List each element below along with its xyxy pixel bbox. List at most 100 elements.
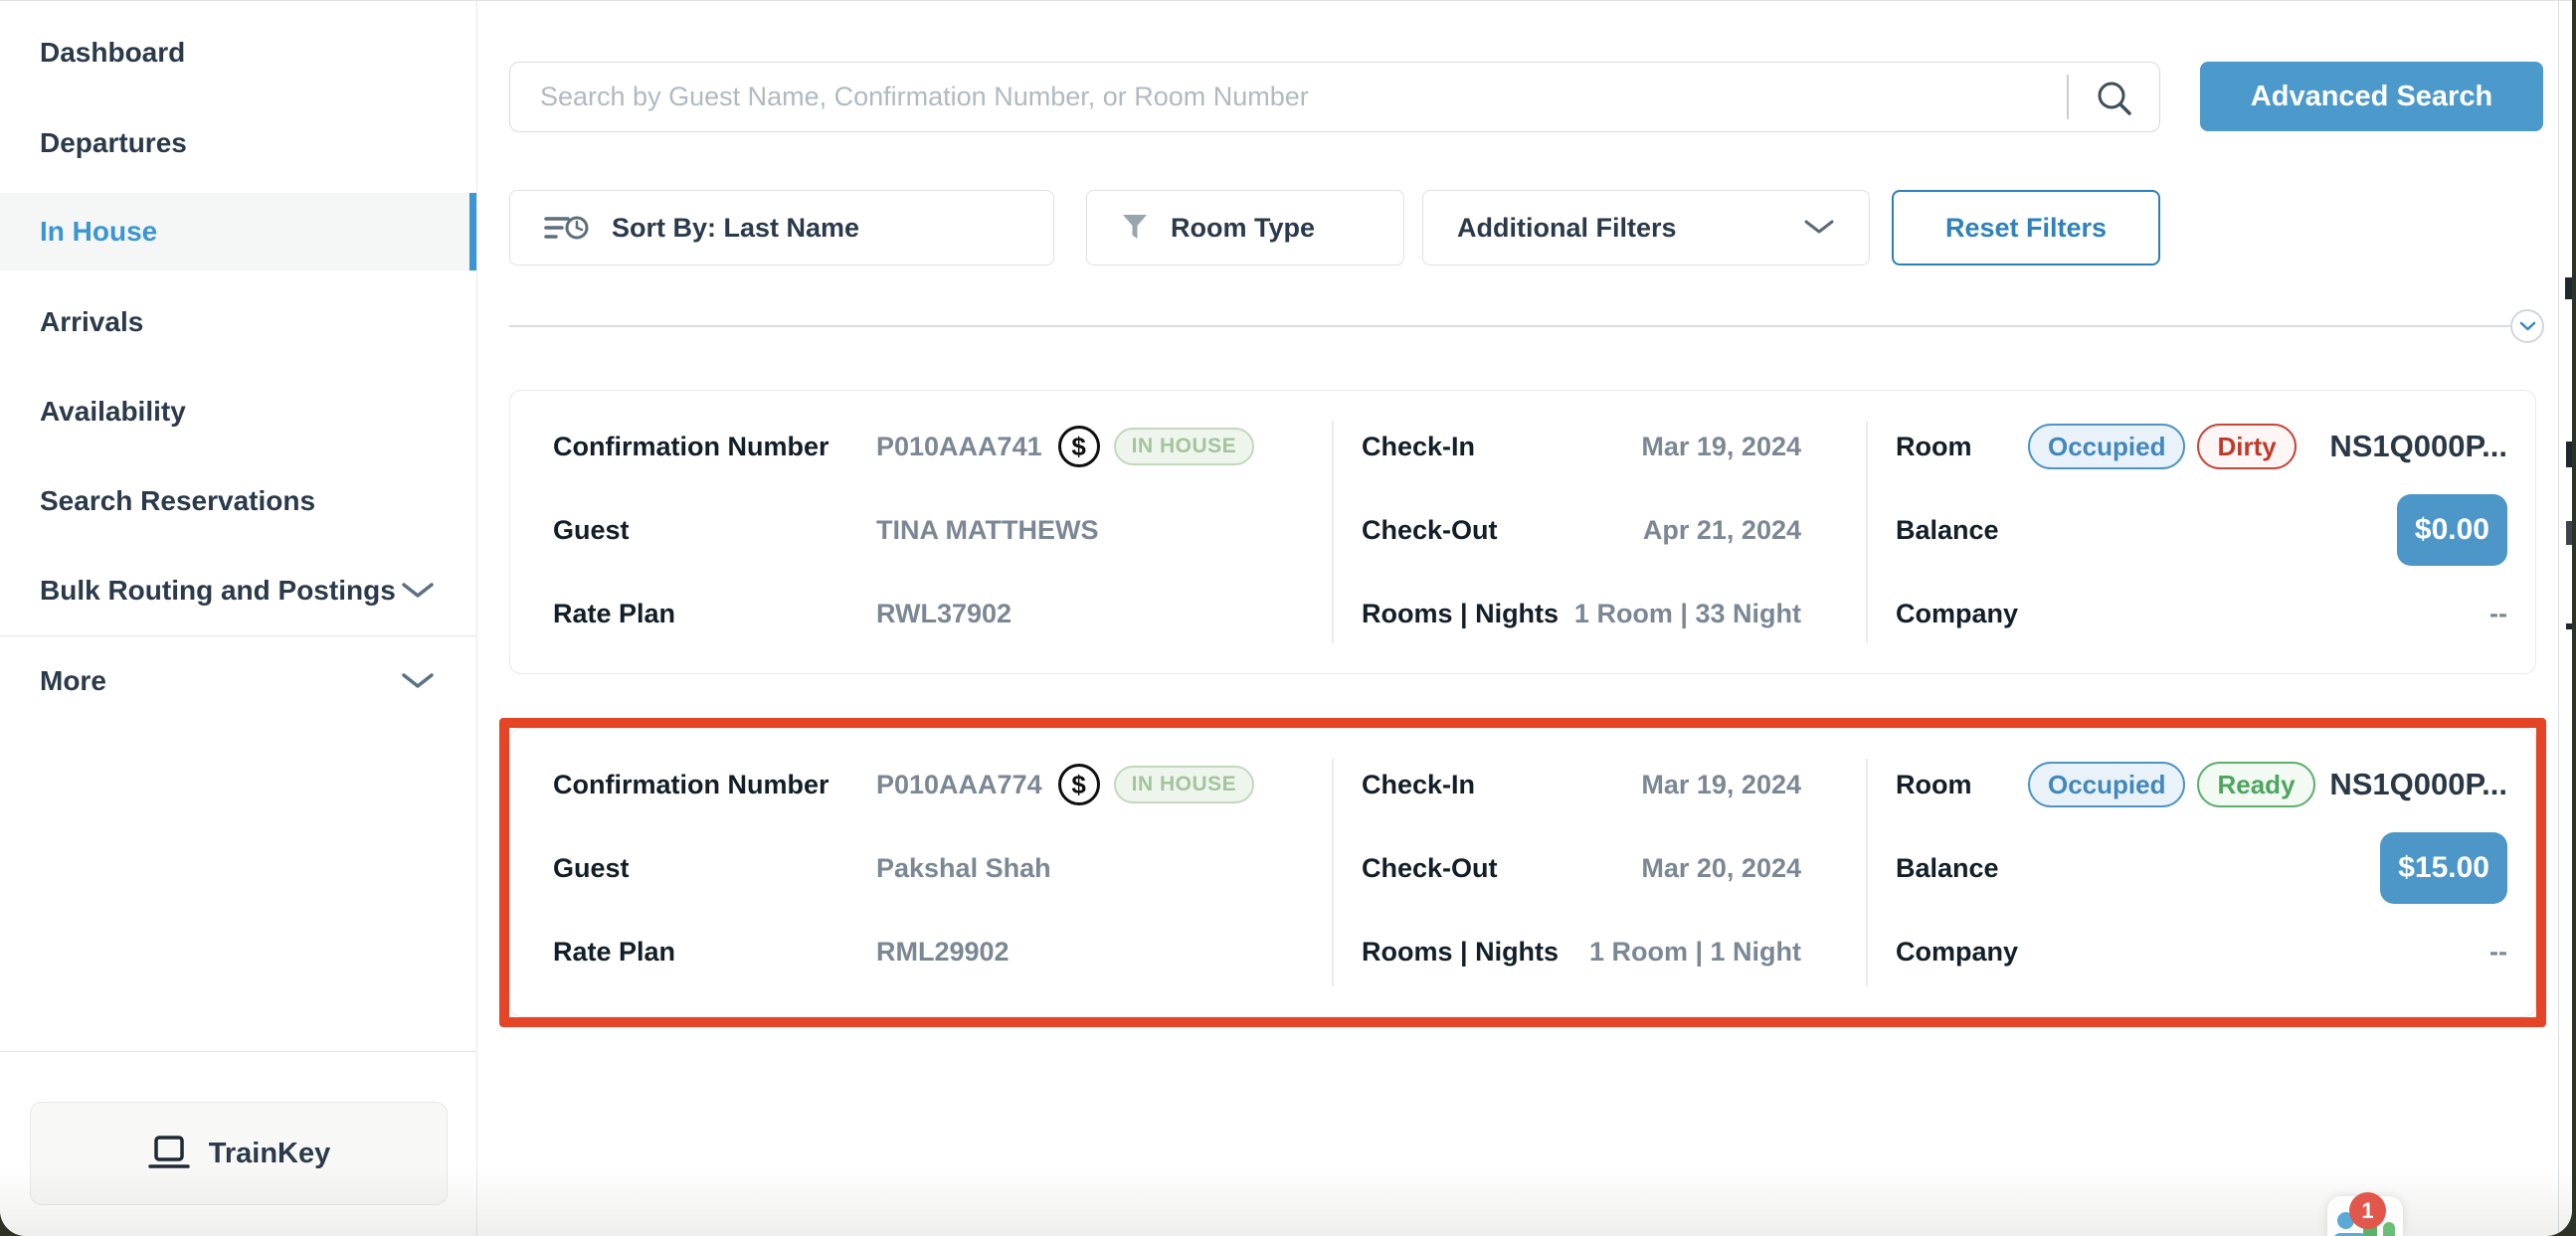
room-status-badge: Occupied — [2028, 762, 2185, 807]
rooms-nights-label: Rooms | Nights — [1362, 599, 1559, 629]
sidebar-item-label: More — [40, 665, 106, 697]
confirmation-number-label: Confirmation Number — [553, 432, 876, 462]
card-column-divider — [1866, 421, 1868, 643]
reset-filters-button[interactable]: Reset Filters — [1892, 190, 2160, 265]
collapse-section-button[interactable] — [2510, 309, 2544, 343]
housekeeping-status-badge: Dirty — [2197, 424, 2296, 469]
room-status-badge: Occupied — [2028, 424, 2185, 469]
balance-button[interactable]: $15.00 — [2380, 832, 2507, 904]
room-number-value[interactable]: NS1Q000P... — [2329, 429, 2507, 464]
sidebar-item-availability[interactable]: Availability — [0, 373, 476, 450]
company-value: -- — [2489, 599, 2507, 629]
check-in-label: Check-In — [1362, 770, 1475, 800]
housekeeping-status-badge: Ready — [2197, 762, 2314, 807]
trainkey-label: TrainKey — [209, 1138, 331, 1170]
room-number-value[interactable]: NS1Q000P... — [2329, 767, 2507, 802]
section-divider — [509, 325, 2512, 327]
chevron-down-icon — [401, 672, 435, 690]
balance-button[interactable]: $0.00 — [2397, 494, 2507, 566]
advanced-search-button[interactable]: Advanced Search — [2200, 62, 2543, 131]
guest-value[interactable]: Pakshal Shah — [876, 853, 1051, 884]
room-label: Room — [1896, 432, 2028, 462]
guest-value[interactable]: TINA MATTHEWS — [876, 515, 1098, 546]
funnel-icon — [1119, 212, 1151, 244]
sidebar: Dashboard Departures In House Arrivals A… — [0, 1, 477, 1236]
search-bar — [509, 62, 2160, 132]
dollar-circle-icon[interactable]: $ — [1058, 764, 1100, 805]
additional-filters-label: Additional Filters — [1457, 213, 1677, 244]
sort-by-label: Sort By: Last Name — [612, 213, 859, 244]
sidebar-item-label: Availability — [40, 396, 186, 428]
chevron-down-icon — [1803, 219, 1835, 237]
status-badge: IN HOUSE — [1114, 766, 1255, 803]
sort-by-time-icon — [544, 210, 590, 246]
sidebar-item-dashboard[interactable]: Dashboard — [0, 14, 476, 91]
clipped-content-fragment — [2566, 623, 2572, 629]
card-column-divider — [1332, 759, 1334, 986]
company-label: Company — [1896, 599, 2018, 629]
status-badge: IN HOUSE — [1114, 428, 1255, 465]
dollar-circle-icon[interactable]: $ — [1058, 426, 1100, 467]
rate-plan-value: RWL37902 — [876, 599, 1012, 629]
check-out-value: Apr 21, 2024 — [1643, 515, 1801, 546]
laptop-icon — [147, 1135, 191, 1172]
additional-filters-dropdown[interactable]: Additional Filters — [1422, 190, 1870, 265]
check-in-label: Check-In — [1362, 432, 1475, 462]
check-out-label: Check-Out — [1362, 515, 1498, 546]
sidebar-item-label: In House — [40, 216, 157, 248]
check-out-label: Check-Out — [1362, 853, 1498, 884]
sidebar-item-in-house[interactable]: In House — [0, 193, 476, 270]
rate-plan-value: RML29902 — [876, 937, 1010, 968]
chevron-down-icon — [401, 582, 435, 600]
notification-badge[interactable]: 1 — [2349, 1192, 2386, 1229]
sidebar-item-label: Arrivals — [40, 306, 143, 338]
room-label: Room — [1896, 770, 2028, 800]
balance-label: Balance — [1896, 515, 1999, 546]
sidebar-item-label: Bulk Routing and Postings — [40, 575, 396, 607]
trainkey-button[interactable]: TrainKey — [30, 1102, 448, 1205]
rooms-nights-value: 1 Room | 33 Night — [1574, 599, 1801, 629]
check-in-value: Mar 19, 2024 — [1641, 770, 1801, 800]
clipped-right-panel — [2558, 1, 2572, 1236]
company-value: -- — [2489, 937, 2507, 968]
confirmation-number-value[interactable]: P010AAA741 — [876, 432, 1042, 462]
sidebar-divider — [0, 635, 476, 636]
search-icon[interactable] — [2094, 78, 2135, 119]
sort-by-button[interactable]: Sort By: Last Name — [509, 190, 1054, 265]
highlight-frame: Confirmation Number P010AAA774 $ IN HOUS… — [499, 718, 2546, 1027]
clipped-content-fragment — [2565, 277, 2572, 299]
confirmation-number-value[interactable]: P010AAA774 — [876, 770, 1042, 800]
rooms-nights-label: Rooms | Nights — [1362, 937, 1559, 968]
rooms-nights-value: 1 Room | 1 Night — [1589, 937, 1801, 968]
sidebar-item-search-reservations[interactable]: Search Reservations — [0, 462, 476, 540]
room-type-filter-button[interactable]: Room Type — [1086, 190, 1404, 265]
chat-logo-shape — [2383, 1222, 2395, 1236]
room-type-label: Room Type — [1171, 213, 1315, 244]
check-in-value: Mar 19, 2024 — [1641, 432, 1801, 462]
guest-label: Guest — [553, 515, 876, 546]
check-out-value: Mar 20, 2024 — [1641, 853, 1801, 884]
clipped-content-fragment — [2566, 521, 2572, 545]
card-column-divider — [1866, 759, 1868, 986]
card-column-divider — [1332, 421, 1334, 643]
confirmation-number-label: Confirmation Number — [553, 770, 876, 800]
balance-label: Balance — [1896, 853, 1999, 884]
reservation-card-selected[interactable]: Confirmation Number P010AAA774 $ IN HOUS… — [509, 728, 2536, 1017]
chevron-down-icon — [2519, 321, 2536, 331]
sidebar-item-departures[interactable]: Departures — [0, 104, 476, 182]
search-input[interactable] — [510, 63, 2072, 131]
sidebar-item-label: Departures — [40, 127, 187, 159]
sidebar-item-bulk-routing[interactable]: Bulk Routing and Postings — [0, 552, 476, 629]
app-window: Dashboard Departures In House Arrivals A… — [0, 0, 2572, 1236]
rate-plan-label: Rate Plan — [553, 599, 876, 629]
guest-label: Guest — [553, 853, 876, 884]
sidebar-item-more[interactable]: More — [0, 642, 476, 720]
sidebar-item-label: Search Reservations — [40, 485, 315, 517]
search-divider — [2067, 75, 2069, 119]
company-label: Company — [1896, 937, 2018, 968]
sidebar-divider — [0, 1051, 476, 1052]
rate-plan-label: Rate Plan — [553, 937, 876, 968]
reservation-card[interactable]: Confirmation Number P010AAA741 $ IN HOUS… — [509, 390, 2536, 674]
sidebar-item-label: Dashboard — [40, 37, 185, 69]
sidebar-item-arrivals[interactable]: Arrivals — [0, 283, 476, 361]
